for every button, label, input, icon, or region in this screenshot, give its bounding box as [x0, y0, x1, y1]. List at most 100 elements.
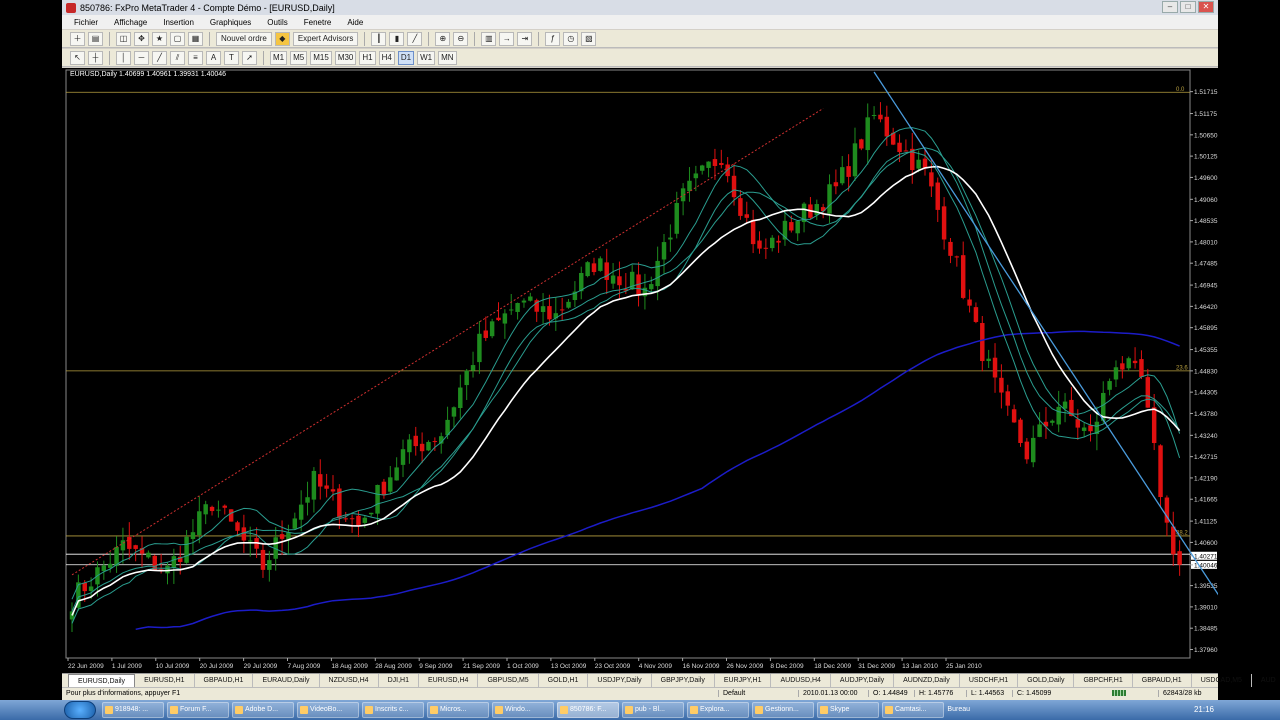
periods-icon[interactable]: ◷: [563, 31, 579, 46]
candle-body: [903, 150, 909, 152]
zoom-in-icon[interactable]: ⊕: [435, 31, 451, 46]
chart-tab[interactable]: GBPJPY,Daily: [652, 674, 715, 687]
data-window-icon[interactable]: ✥: [134, 31, 149, 46]
timeframe-d1[interactable]: D1: [397, 50, 415, 65]
templates-icon[interactable]: ▧: [581, 31, 597, 46]
price-chart[interactable]: 1.51715 1.51175 1.50650 1.50125 1.49600 1.490…: [62, 68, 1218, 673]
text-label-icon[interactable]: T: [224, 50, 239, 65]
chart-tab[interactable]: AUDUSD,H4: [771, 674, 831, 687]
close-icon[interactable]: ✕: [1198, 1, 1214, 13]
timeframe-m5[interactable]: M5: [290, 50, 308, 65]
timeframe-m30[interactable]: M30: [334, 50, 357, 65]
zoom-out-icon[interactable]: ⊖: [453, 31, 469, 46]
chart-tab[interactable]: AUDNZD,Daily: [894, 674, 960, 687]
menu-aide[interactable]: Aide: [339, 18, 371, 27]
taskbar-item[interactable]: 850786: F...: [557, 702, 619, 718]
menu-insertion[interactable]: Insertion: [155, 18, 202, 27]
timeframe-h4[interactable]: H4: [378, 50, 395, 65]
date-axis-label: 29 Jul 2009: [244, 663, 278, 670]
crosshair-icon[interactable]: ┼: [88, 50, 103, 65]
menu-fichier[interactable]: Fichier: [66, 18, 106, 27]
chart-tab[interactable]: EURUSD,H1: [135, 674, 195, 687]
tray-bureau[interactable]: Bureau: [947, 702, 970, 718]
candle-body: [458, 387, 463, 409]
chart-tab[interactable]: AUDJPY,Daily: [831, 674, 895, 687]
taskbar-item[interactable]: Forum F...: [167, 702, 229, 718]
taskbar-item[interactable]: 918948: ...: [102, 702, 164, 718]
menu-affichage[interactable]: Affichage: [106, 18, 155, 27]
chart-tab[interactable]: GBPAUD,H1: [1133, 674, 1192, 687]
taskbar-item[interactable]: Adobe D...: [232, 702, 294, 718]
navigator-icon[interactable]: ★: [152, 31, 167, 46]
chart-tab[interactable]: USDCAD,M5: [1192, 674, 1252, 687]
taskbar-item[interactable]: Micros...: [427, 702, 489, 718]
chart-tab[interactable]: USDCHF,H1: [960, 674, 1019, 687]
chart-tab[interactable]: AUD: [1252, 674, 1280, 687]
status-profile[interactable]: Default: [718, 690, 745, 697]
candle-body: [1177, 551, 1182, 565]
chart-header: EURUSD,Daily 1.40699 1.40961 1.39931 1.4…: [70, 71, 227, 78]
vertical-line-icon[interactable]: │: [116, 50, 131, 65]
taskbar-item[interactable]: Explora...: [687, 702, 749, 718]
arrows-icon[interactable]: ➚: [242, 50, 257, 65]
timeframe-m15[interactable]: M15: [310, 50, 332, 65]
chart-tab[interactable]: EURUSD,H4: [419, 674, 479, 687]
candlestick-icon[interactable]: ▮: [389, 31, 405, 46]
candle-body: [878, 114, 883, 120]
chart-canvas[interactable]: 1.51715 1.51175 1.50650 1.50125 1.49600 1.490…: [62, 68, 1218, 673]
profiles-icon[interactable]: ▤: [88, 31, 103, 46]
candle-body: [88, 586, 94, 591]
bar-chart-icon[interactable]: ┃: [371, 31, 387, 46]
taskbar-item[interactable]: VideoBo...: [297, 702, 359, 718]
taskbar-item[interactable]: Inscrits c...: [362, 702, 424, 718]
menu-graphiques[interactable]: Graphiques: [202, 18, 259, 27]
taskbar-item[interactable]: Windo...: [492, 702, 554, 718]
chart-tab[interactable]: USDJPY,Daily: [588, 674, 652, 687]
maximize-icon[interactable]: □: [1180, 1, 1196, 13]
chart-tab[interactable]: EURAUD,Daily: [253, 674, 320, 687]
line-chart-icon[interactable]: ╱: [407, 31, 423, 46]
chart-tab[interactable]: GBPUSD,M5: [478, 674, 539, 687]
taskbar-item[interactable]: Camtasi...: [882, 702, 944, 718]
metaeditor-icon[interactable]: ◆: [274, 31, 290, 46]
menu-fenetre[interactable]: Fenetre: [296, 18, 340, 27]
candle-body: [216, 509, 221, 511]
chart-tab[interactable]: DJI,H1: [379, 674, 419, 687]
chart-shift-icon[interactable]: ⇥: [517, 31, 533, 46]
taskbar-item[interactable]: pub - Bl...: [622, 702, 684, 718]
candle-body: [426, 441, 431, 451]
chart-tab[interactable]: EURJPY,H1: [715, 674, 772, 687]
date-axis-label: 7 Aug 2009: [288, 663, 321, 670]
indicators-icon[interactable]: ƒ: [545, 31, 561, 46]
chart-tab[interactable]: GBPAUD,H1: [195, 674, 254, 687]
tester-icon[interactable]: ▦: [188, 31, 203, 46]
timeframe-m1[interactable]: M1: [270, 50, 288, 65]
fibonacci-icon[interactable]: ≡: [188, 50, 203, 65]
new-order-button[interactable]: Nouvel ordre: [216, 31, 272, 46]
expert-advisors-button[interactable]: Expert Advisors: [292, 31, 359, 46]
chart-tab[interactable]: GBPCHF,H1: [1074, 674, 1133, 687]
timeframe-mn[interactable]: MN: [438, 50, 457, 65]
market-watch-icon[interactable]: ◫: [116, 31, 131, 46]
cursor-icon[interactable]: ↖: [70, 50, 85, 65]
chart-tab[interactable]: EURUSD,Daily: [68, 674, 136, 687]
price-axis-label: 1.44305: [1194, 390, 1218, 397]
taskbar-item[interactable]: Skype: [817, 702, 879, 718]
chart-tab[interactable]: GOLD,H1: [539, 674, 589, 687]
trendline-icon[interactable]: ╱: [152, 50, 167, 65]
horizontal-line-icon[interactable]: ─: [134, 50, 149, 65]
minimize-icon[interactable]: –: [1162, 1, 1178, 13]
chart-tab[interactable]: NZDUSD,H4: [320, 674, 379, 687]
equidistant-channel-icon[interactable]: ⫽: [170, 50, 185, 65]
taskbar-item[interactable]: Gestionn...: [752, 702, 814, 718]
chart-tab[interactable]: GOLD,Daily: [1018, 674, 1075, 687]
timeframe-w1[interactable]: W1: [417, 50, 436, 65]
timeframe-h1[interactable]: H1: [359, 50, 376, 65]
start-button[interactable]: [64, 701, 96, 719]
autoscroll-icon[interactable]: →: [499, 31, 515, 46]
menu-outils[interactable]: Outils: [259, 18, 295, 27]
text-icon[interactable]: A: [206, 50, 221, 65]
new-chart-icon[interactable]: ＋: [70, 31, 85, 46]
tile-windows-icon[interactable]: ▥: [481, 31, 497, 46]
terminal-icon[interactable]: ▢: [170, 31, 185, 46]
